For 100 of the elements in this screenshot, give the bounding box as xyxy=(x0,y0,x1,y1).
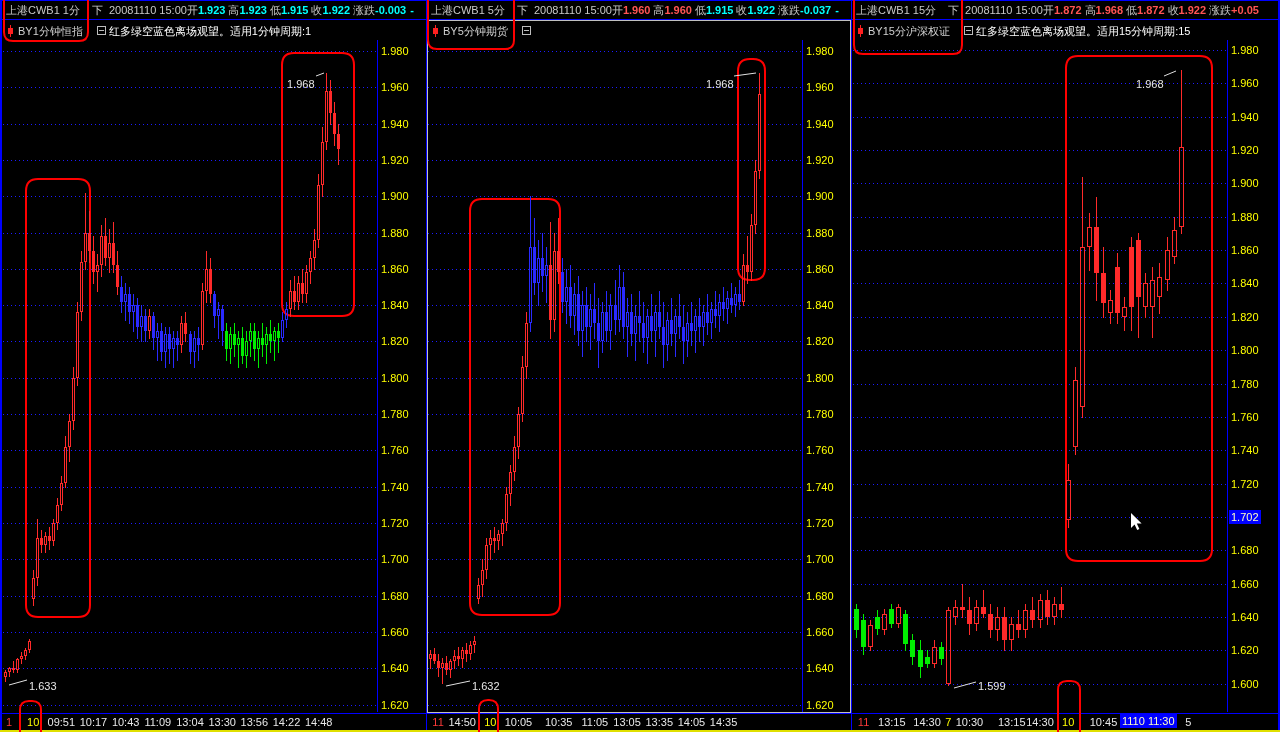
candlestick xyxy=(205,250,208,304)
price-axis-label: 1.880 xyxy=(381,225,409,240)
candlestick xyxy=(630,293,633,347)
price-axis-label: 1.840 xyxy=(381,298,409,313)
quote-label: 涨跌 xyxy=(1209,3,1232,17)
header-toggle[interactable]: 下 xyxy=(516,3,528,17)
header-toggle[interactable]: 下 xyxy=(91,3,103,17)
candlestick xyxy=(634,304,637,362)
time-axis-label: 10 xyxy=(484,715,497,729)
candlestick xyxy=(485,537,488,580)
candlestick xyxy=(100,224,103,278)
candlestick xyxy=(722,286,725,322)
candlestick xyxy=(601,301,604,354)
time-axis-label: 09:51 xyxy=(47,715,76,729)
candlestick xyxy=(561,257,564,314)
candlestick xyxy=(614,279,617,336)
candlestick xyxy=(104,217,107,267)
collapse-icon[interactable] xyxy=(963,26,973,35)
quote-value: 1.922 xyxy=(322,3,350,17)
price-axis-label: 1.980 xyxy=(1231,43,1259,57)
candlestick xyxy=(108,228,111,274)
candlestick xyxy=(116,250,119,296)
marker-icon xyxy=(8,24,13,37)
candlestick xyxy=(168,326,171,365)
highlight-frame xyxy=(19,700,42,732)
quote-value: 1.872 xyxy=(1137,3,1165,17)
candlestick xyxy=(172,330,175,369)
candlestick xyxy=(329,79,332,126)
candlestick xyxy=(233,322,236,358)
quote-label: 收 xyxy=(1167,3,1179,17)
candlestick xyxy=(593,282,596,340)
candlestick xyxy=(297,275,300,311)
collapse-icon[interactable] xyxy=(96,26,106,35)
price-axis-label: 1.920 xyxy=(1231,143,1259,158)
time-axis-label: 14:48 xyxy=(304,715,333,729)
time-axis-label: 14:05 xyxy=(677,715,706,729)
candlestick xyxy=(537,239,540,307)
time-axis-label: 10:45 xyxy=(1089,715,1118,729)
indicator-name: BY5分钟期货 xyxy=(443,23,508,38)
price-axis-label: 1.660 xyxy=(806,625,834,640)
candlestick xyxy=(553,232,556,333)
candlestick xyxy=(337,123,340,166)
quote-value: 1.960 xyxy=(622,3,651,17)
candlestick xyxy=(742,253,745,307)
marker-icon xyxy=(858,24,863,37)
price-axis-label: 1.860 xyxy=(1231,243,1259,258)
candlestick xyxy=(80,250,83,322)
price-axis-label: 1.660 xyxy=(1231,576,1259,591)
highlight-frame xyxy=(478,699,499,732)
candlestick xyxy=(441,657,444,685)
candlestick xyxy=(585,286,588,343)
price-axis-label: 1.880 xyxy=(806,225,834,240)
candlestick xyxy=(225,322,228,362)
quote-label: 高 xyxy=(1084,3,1096,17)
price-axis-label: 1.940 xyxy=(381,116,409,131)
candlestick xyxy=(501,518,504,547)
time-axis-label: 11 xyxy=(432,715,444,729)
indicator-name: BY15分沪深权证 xyxy=(868,23,950,38)
candlestick xyxy=(581,290,584,358)
price-axis-label: 1.640 xyxy=(381,661,409,676)
candlestick xyxy=(217,301,220,340)
quote-value: 1.960 xyxy=(664,3,692,17)
time-axis-label: 10:35 xyxy=(544,715,573,729)
candlestick xyxy=(193,330,196,369)
candlestick xyxy=(674,308,677,358)
collapse-icon[interactable] xyxy=(521,26,531,35)
candlestick xyxy=(269,319,272,354)
candlestick xyxy=(730,282,733,314)
plot-area[interactable]: 1.968 1.632 1.980 1.960 1.940 1.920 1.900 1.880 1.860 1.840 1.820 1.800 1.780 1.760 1.740 1.720 1.700 1.680 1.660 1.640 1.620 xyxy=(427,40,851,713)
candlestick xyxy=(88,210,91,264)
candlestick xyxy=(529,195,532,333)
candlestick xyxy=(473,635,476,654)
candlestick xyxy=(429,649,432,670)
price-axis-label: 1.760 xyxy=(381,443,409,458)
quote-value: -0.037 xyxy=(800,3,832,17)
candlestick xyxy=(237,330,240,369)
candlestick xyxy=(758,72,761,180)
candlestick xyxy=(140,304,143,343)
candlestick xyxy=(569,264,572,329)
candlestick xyxy=(144,308,147,343)
quote-value: -0.003 xyxy=(375,3,407,17)
header-toggle[interactable]: 下 xyxy=(948,3,960,17)
time-axis-label: 10 xyxy=(1062,715,1075,729)
candlestick xyxy=(289,279,292,318)
candlestick xyxy=(261,322,264,358)
indicator-description: 红多绿空蓝色离场观望。适用1分钟周期:1 xyxy=(108,23,312,38)
candlestick xyxy=(253,322,256,362)
price-axis-label: 1.620 xyxy=(1231,643,1259,658)
candlestick xyxy=(718,293,721,333)
price-axis-label: 1.900 xyxy=(1231,176,1259,191)
candlestick xyxy=(609,293,612,351)
time-axis-label: 10 xyxy=(27,715,40,729)
candlestick xyxy=(40,529,43,554)
candlestick xyxy=(597,297,600,369)
quote-value: 1.922 xyxy=(1178,3,1207,17)
price-axis-label: 1.940 xyxy=(1231,109,1259,124)
candlestick xyxy=(453,649,456,670)
candlestick xyxy=(577,275,580,347)
price-axis-label: 1.720 xyxy=(381,516,409,531)
candlestick xyxy=(565,268,568,325)
